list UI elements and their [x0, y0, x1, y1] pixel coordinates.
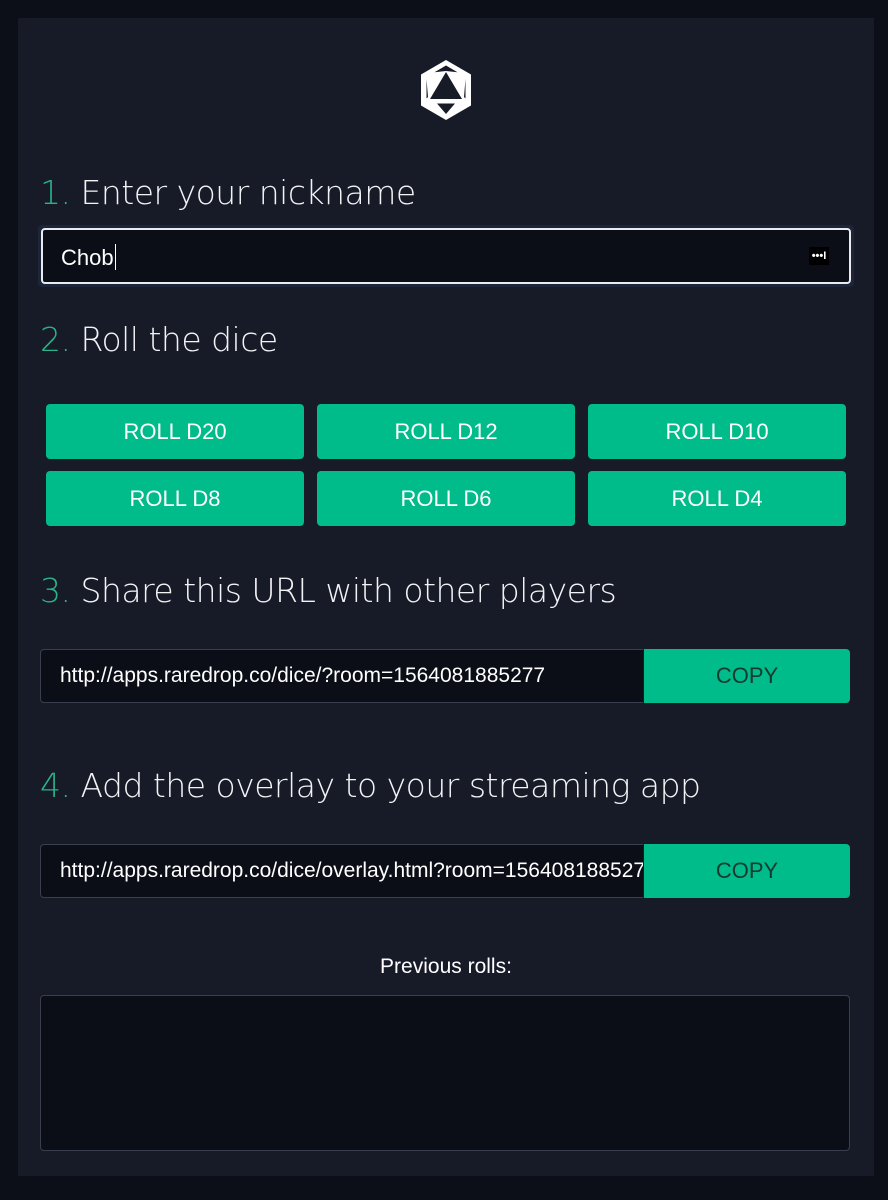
copy-overlay-url-button[interactable]: COPY [644, 844, 850, 898]
roll-d6-button[interactable]: ROLL D6 [317, 471, 575, 526]
previous-rolls-list[interactable] [40, 995, 850, 1151]
overlay-url-input[interactable]: http://apps.raredrop.co/dice/overlay.htm… [40, 844, 643, 898]
share-url-value[interactable]: http://apps.raredrop.co/dice/?room=15640… [60, 650, 545, 702]
nickname-input[interactable]: Chob •••I [41, 228, 851, 284]
roll-d8-button[interactable]: ROLL D8 [46, 471, 304, 526]
step-1-title: Enter your nickname [80, 173, 417, 212]
step-2-number: 2. [40, 320, 71, 359]
share-url-row: http://apps.raredrop.co/dice/?room=15640… [40, 649, 850, 703]
step-3-heading: 3. Share this URL with other players [40, 571, 617, 611]
copy-share-url-button[interactable]: COPY [644, 649, 850, 703]
roll-d20-button[interactable]: ROLL D20 [46, 404, 304, 459]
roll-d10-button[interactable]: ROLL D10 [588, 404, 846, 459]
previous-rolls-label: Previous rolls: [380, 955, 512, 978]
step-4-title: Add the overlay to your streaming app [80, 766, 701, 805]
step-2-heading: 2. Roll the dice [40, 320, 278, 360]
roll-d4-button[interactable]: ROLL D4 [588, 471, 846, 526]
step-1-number: 1. [40, 173, 71, 212]
password-manager-icon[interactable]: •••I [809, 247, 829, 265]
step-3-number: 3. [40, 571, 71, 610]
step-1-heading: 1. Enter your nickname [40, 173, 416, 213]
step-4-number: 4. [40, 766, 71, 805]
overlay-url-value[interactable]: http://apps.raredrop.co/dice/overlay.htm… [60, 845, 643, 897]
main-panel: 1. Enter your nickname Chob •••I 2. Roll… [18, 18, 874, 1176]
d20-dice-icon [421, 60, 471, 120]
step-2-title: Roll the dice [80, 320, 279, 359]
overlay-url-row: http://apps.raredrop.co/dice/overlay.htm… [40, 844, 850, 898]
step-3-title: Share this URL with other players [80, 571, 617, 610]
step-4-heading: 4. Add the overlay to your streaming app [40, 766, 701, 806]
text-caret [114, 244, 116, 270]
share-url-input[interactable]: http://apps.raredrop.co/dice/?room=15640… [40, 649, 643, 703]
nickname-value[interactable]: Chob [61, 244, 116, 271]
roll-d12-button[interactable]: ROLL D12 [317, 404, 575, 459]
nickname-field-focus-ring: Chob •••I [38, 225, 854, 287]
